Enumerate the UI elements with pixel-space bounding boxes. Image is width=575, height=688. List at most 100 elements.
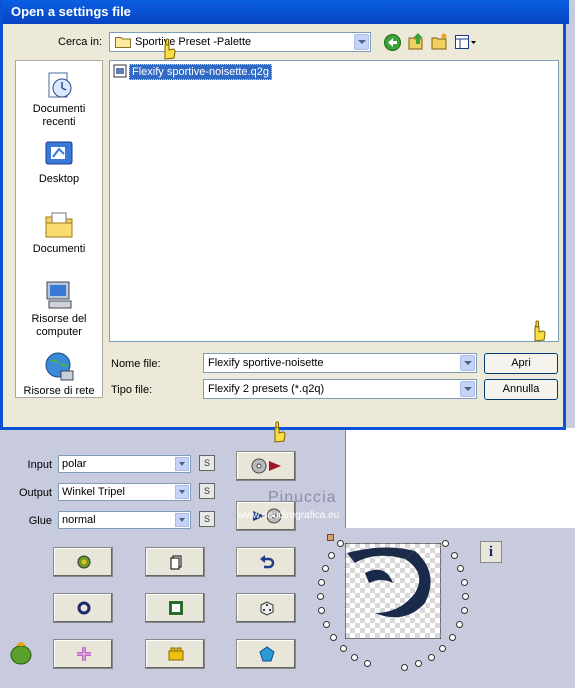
chevron-down-icon[interactable] [354, 34, 369, 50]
rotation-dot[interactable] [460, 607, 468, 615]
brick-icon [168, 647, 184, 661]
network-icon [43, 351, 75, 383]
watermark-text: Pinuccia [268, 489, 337, 506]
pointing-hand-icon [534, 320, 546, 342]
load-preset-button[interactable] [236, 451, 296, 481]
filetype-value: Flexify 2 presets (*.q2q) [208, 383, 325, 395]
new-button[interactable] [145, 547, 205, 577]
place-label: Risorse di rete [23, 385, 95, 397]
rotation-dot[interactable] [400, 663, 408, 671]
undo-button[interactable] [236, 547, 296, 577]
view-menu-icon[interactable] [455, 35, 477, 49]
rotation-dot[interactable] [450, 551, 458, 559]
output-s-button[interactable]: S [199, 483, 215, 499]
rotation-dot[interactable] [339, 644, 347, 652]
input-s-button[interactable]: S [199, 455, 215, 471]
place-label: Documenti recenti [32, 103, 86, 128]
file-name: Flexify sportive-noisette.q2g [129, 64, 272, 80]
dice-icon [260, 601, 274, 616]
cancel-button[interactable]: Annulla [484, 379, 558, 400]
output-label: Output [18, 487, 52, 499]
ring-tool-button[interactable] [53, 593, 113, 623]
copy-page-icon [170, 555, 182, 570]
frame-tool-button[interactable] [145, 593, 205, 623]
info-button[interactable]: i [480, 541, 502, 563]
place-recent-documents[interactable]: Documenti recenti [16, 69, 102, 129]
filetype-combo[interactable]: Flexify 2 presets (*.q2q) [203, 379, 477, 399]
chevron-down-icon[interactable] [460, 381, 475, 397]
chevron-down-icon[interactable] [460, 355, 475, 371]
random-button[interactable] [236, 593, 296, 623]
documents-folder-icon [43, 209, 75, 241]
places-bar: Documenti recenti Desktop Documenti Riso… [15, 60, 103, 398]
rotation-dot[interactable] [322, 621, 330, 629]
input-label: Input [27, 459, 52, 471]
open-button[interactable]: Apri [484, 353, 558, 374]
rotation-dot[interactable] [462, 593, 470, 601]
place-network[interactable]: Risorse di rete [16, 351, 102, 398]
pointing-hand-icon [164, 38, 176, 60]
cross-tool-button[interactable] [53, 639, 113, 669]
rotation-dot[interactable] [439, 644, 447, 652]
rotation-dot[interactable] [449, 633, 456, 641]
glue-s-button[interactable]: S [199, 511, 215, 527]
rotation-dot[interactable] [456, 621, 464, 629]
rotation-dot[interactable] [364, 659, 372, 667]
recent-documents-icon [43, 69, 75, 101]
up-folder-icon[interactable] [408, 33, 425, 51]
rotation-dot[interactable] [316, 593, 324, 601]
new-folder-icon[interactable] [431, 33, 448, 51]
frame-icon [169, 601, 183, 615]
randomize-colors-button[interactable] [53, 547, 113, 577]
open-settings-dialog: Open a settings file Cerca in: Sportive … [0, 0, 569, 430]
pentagon-icon [259, 646, 275, 662]
input-select[interactable]: polar [58, 455, 191, 473]
rotation-dot[interactable] [427, 653, 435, 661]
place-label: Risorse del computer [31, 313, 87, 338]
output-select-value: Winkel Tripel [62, 486, 125, 498]
place-desktop[interactable]: Desktop [16, 139, 102, 186]
input-select-value: polar [62, 458, 87, 470]
rotation-dot[interactable] [321, 564, 329, 572]
place-documents[interactable]: Documenti [16, 209, 102, 256]
look-in-combo[interactable]: Sportive Preset -Palette [109, 32, 371, 52]
rotation-dot[interactable] [461, 578, 469, 586]
rotation-dot[interactable] [318, 607, 326, 615]
glue-select-value: normal [62, 514, 96, 526]
disk-load-icon [251, 458, 281, 474]
rotation-dot[interactable] [337, 540, 345, 548]
chevron-down-icon[interactable] [175, 513, 189, 527]
rotation-dot[interactable] [328, 551, 336, 559]
back-icon[interactable] [384, 34, 401, 51]
flaming-pear-logo-icon [10, 642, 32, 665]
rotation-dot[interactable] [351, 653, 359, 661]
ring-icon [77, 601, 91, 615]
chevron-down-icon[interactable] [175, 485, 189, 499]
chevron-down-icon[interactable] [175, 457, 189, 471]
filetype-label: Tipo file: [111, 384, 153, 396]
place-label: Desktop [38, 173, 80, 185]
place-label: Documenti [32, 243, 86, 255]
rotation-dot[interactable] [441, 540, 449, 548]
rotation-dot[interactable] [317, 578, 325, 586]
filename-label: Nome file: [111, 358, 161, 370]
my-computer-icon [43, 279, 75, 311]
rotation-dot[interactable] [414, 659, 422, 667]
desktop-icon [43, 139, 75, 171]
output-select[interactable]: Winkel Tripel [58, 483, 191, 501]
filename-value[interactable]: Flexify sportive-noisette [208, 354, 324, 372]
brick-tool-button[interactable] [145, 639, 205, 669]
pointing-hand-icon [274, 421, 286, 443]
file-icon [113, 64, 127, 78]
palette-icon [77, 555, 91, 569]
look-in-value: Sportive Preset -Palette [135, 36, 252, 48]
preview-thumbnail[interactable] [345, 543, 441, 639]
pentagon-tool-button[interactable] [236, 639, 296, 669]
rotation-dot[interactable] [329, 633, 337, 641]
filename-combo[interactable]: Flexify sportive-noisette [203, 353, 477, 373]
glue-select[interactable]: normal [58, 511, 191, 529]
preview-handle[interactable] [327, 534, 334, 541]
file-list[interactable]: Flexify sportive-noisette.q2g [109, 60, 559, 342]
place-my-computer[interactable]: Risorse del computer [16, 279, 102, 339]
rotation-dot[interactable] [457, 564, 465, 572]
